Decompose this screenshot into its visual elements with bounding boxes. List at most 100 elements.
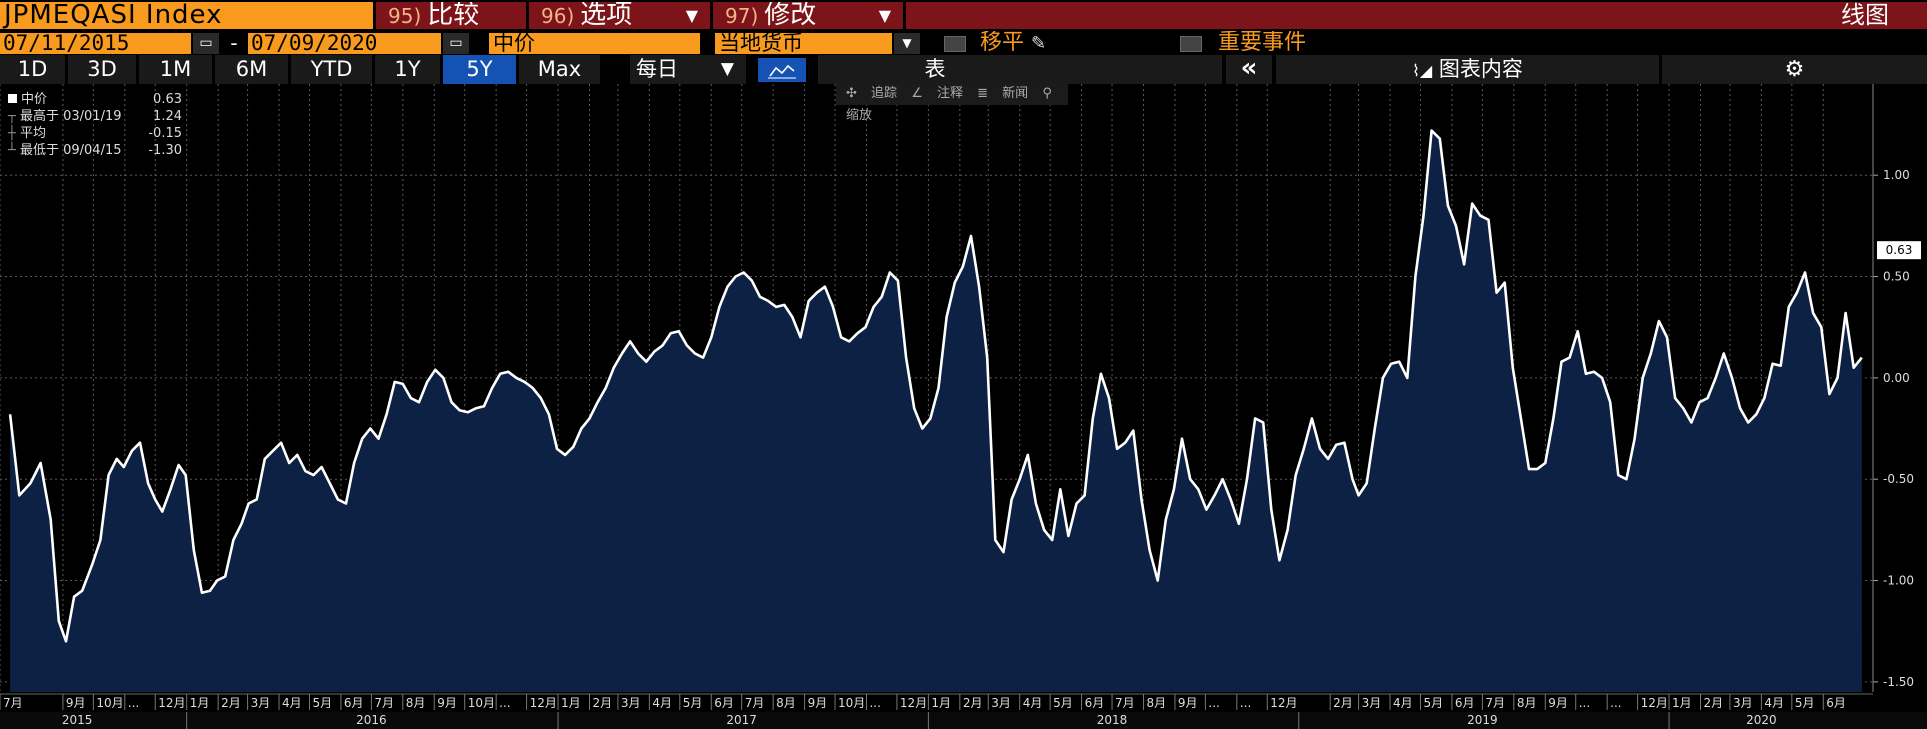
frequency-select[interactable]: 每日 ▼ (630, 55, 746, 84)
line-chart-glyph (768, 64, 796, 79)
x-tick-label: 7月 (3, 696, 23, 710)
x-tick-label: 12月 (1641, 696, 1668, 710)
low-marker-icon: ┴ (8, 143, 20, 158)
gear-icon[interactable]: ⚙ (1662, 55, 1927, 84)
x-tick-label: 12月 (1270, 696, 1297, 710)
x-tick-label: 6月 (1455, 696, 1475, 710)
legend-value: 1.24 (153, 109, 182, 124)
year-label: 2020 (1746, 713, 1777, 727)
chart-content-button[interactable]: ⌇◢ 图表内容 (1276, 55, 1659, 84)
x-tick-label: 3月 (1362, 696, 1382, 710)
frequency-text: 每日 (636, 57, 678, 81)
y-tick-label: 0.00 (1883, 371, 1910, 385)
x-tick-label: 1月 (190, 696, 210, 710)
view-bar[interactable]: 线图 (906, 2, 1927, 29)
menu-compare-num: 95) (388, 4, 422, 28)
chart-content-icon: ⌇◢ (1412, 61, 1433, 80)
legend-label: 最低于 09/04/15 (19, 143, 122, 158)
x-tick-label: ... (1579, 696, 1590, 710)
tool-news[interactable]: ≣ 新闻 (977, 86, 1028, 101)
price-field-text: 中价 (493, 33, 535, 54)
menu-options-num: 96) (541, 4, 575, 28)
legend-label: 平均 (19, 126, 46, 141)
y-tick-label: 1.00 (1883, 168, 1910, 182)
chart-content-label: 图表内容 (1438, 57, 1523, 81)
x-tick-label: ... (1610, 696, 1621, 710)
legend-value: -1.30 (148, 143, 182, 158)
year-label: 2015 (62, 713, 93, 727)
x-tick-label: 2月 (963, 696, 983, 710)
x-tick-label: 3月 (251, 696, 271, 710)
period-button-ytd[interactable]: YTD (291, 55, 372, 84)
menu-compare[interactable]: 95) 比较 (376, 2, 526, 29)
x-tick-label: 8月 (1517, 696, 1537, 710)
legend-row-mid: 中价 0.63 (8, 92, 186, 108)
menu-options[interactable]: 96) 选项 ▼ (529, 2, 710, 29)
period-button-1y[interactable]: 1Y (375, 55, 440, 84)
date-separator: - (230, 31, 238, 55)
price-field-select[interactable]: 中价 (489, 33, 700, 54)
x-tick-label: 4月 (282, 696, 302, 710)
events-checkbox[interactable] (1180, 36, 1202, 52)
chevron-down-icon: ▼ (878, 6, 891, 25)
tool-annotate[interactable]: ∠ 注释 (911, 86, 963, 101)
calendar-icon[interactable]: ▭ (443, 33, 469, 54)
period-button-max[interactable]: Max (519, 55, 600, 84)
x-tick-label: 1月 (1672, 696, 1692, 710)
x-tick-label: 6月 (344, 696, 364, 710)
period-button-3d[interactable]: 3D (68, 55, 136, 84)
y-tick-label: 0.50 (1883, 270, 1910, 284)
currency-select[interactable]: 当地货币 (715, 33, 892, 54)
chevron-down-icon[interactable]: ▼ (894, 33, 920, 54)
start-date-input[interactable]: 07/11/2015 (0, 33, 191, 54)
calendar-icon[interactable]: ▭ (193, 33, 219, 54)
y-tick-label: -1.00 (1883, 574, 1914, 588)
x-tick-label: ... (128, 696, 139, 710)
period-button-5y[interactable]: 5Y (443, 55, 516, 84)
chevron-down-icon: ▼ (720, 59, 734, 79)
tool-track[interactable]: ✣ 追踪 (846, 86, 897, 101)
x-tick-label: 8月 (776, 696, 796, 710)
line-chart-icon[interactable] (758, 58, 806, 82)
table-button[interactable]: 表 (818, 55, 1222, 84)
x-tick-label: 6月 (1826, 696, 1846, 710)
legend-value: 0.63 (153, 92, 182, 107)
collapse-button[interactable]: « (1226, 55, 1272, 84)
ticker-field[interactable]: JPMEQASI Index (0, 2, 373, 29)
x-tick-label: 5月 (1423, 696, 1443, 710)
x-tick-label: ... (499, 696, 510, 710)
x-tick-label: 9月 (1178, 696, 1198, 710)
menu-modify[interactable]: 97) 修改 ▼ (713, 2, 903, 29)
shift-checkbox[interactable] (944, 36, 966, 52)
period-button-6m[interactable]: 6M (215, 55, 288, 84)
year-label: 2018 (1097, 713, 1128, 727)
period-button-1m[interactable]: 1M (139, 55, 212, 84)
x-tick-label: 1月 (931, 696, 951, 710)
ticker-text: JPMEQASI Index (4, 2, 223, 29)
tool-news-label: 新闻 (1002, 86, 1029, 101)
top-toolbar: JPMEQASI Index 95) 比较 96) 选项 ▼ 97) 修改 ▼ 线图 (0, 0, 1927, 31)
events-label: 重要事件 (1218, 31, 1307, 55)
x-tick-label: 4月 (1764, 696, 1784, 710)
x-tick-label: 7月 (374, 696, 394, 710)
menu-modify-num: 97) (725, 4, 759, 28)
x-tick-label: 7月 (1485, 696, 1505, 710)
end-date-input[interactable]: 07/09/2020 (248, 33, 441, 54)
y-tick-label: -1.50 (1883, 675, 1914, 689)
settings-toolbar: 07/11/2015 ▭ - 07/09/2020 ▭ 中价 当地货币 ▼ 移平… (0, 31, 1927, 55)
x-tick-label: 12月 (530, 696, 557, 710)
x-tick-label: 10月 (838, 696, 865, 710)
view-label: 线图 (1841, 2, 1889, 29)
x-tick-label: 9月 (437, 696, 457, 710)
x-tick-label: ... (869, 696, 880, 710)
x-tick-label: 3月 (1733, 696, 1753, 710)
x-tick-label: 12月 (900, 696, 927, 710)
last-value-label: 0.63 (1886, 243, 1913, 257)
x-tick-label: 5月 (312, 696, 332, 710)
x-tick-label: 2月 (1704, 696, 1724, 710)
legend-row-high: ┬ 最高于 03/01/19 1.24 (8, 109, 186, 125)
x-tick-label: 7月 (1115, 696, 1135, 710)
menu-modify-label: 修改 (764, 2, 817, 29)
period-button-1d[interactable]: 1D (0, 55, 65, 84)
x-tick-label: 3月 (621, 696, 641, 710)
